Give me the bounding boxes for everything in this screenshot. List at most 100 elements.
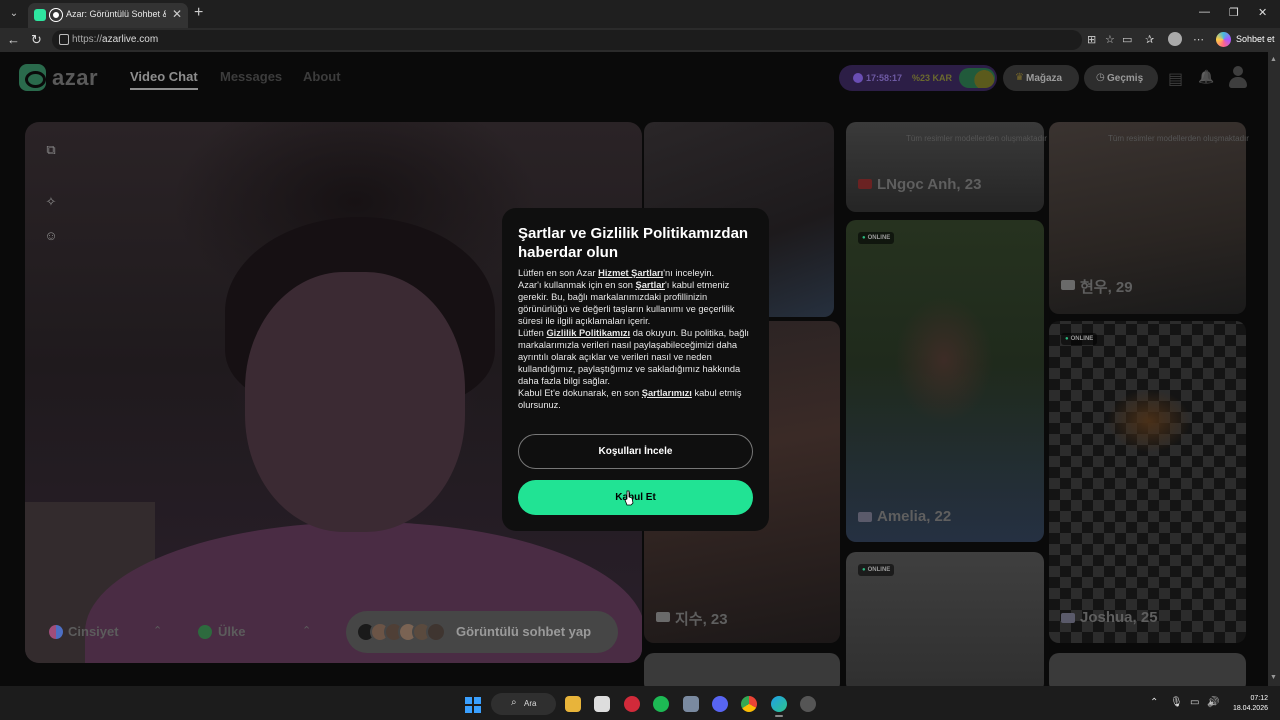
- search-icon: ⌕: [511, 697, 517, 708]
- model-caption: Tüm resimler modellerden oluşmaktadır: [906, 134, 1047, 143]
- more-menu-icon[interactable]: ⋯: [1193, 33, 1204, 46]
- volume-icon[interactable]: 🔊: [1207, 697, 1219, 708]
- nav-video-chat[interactable]: Video Chat: [130, 69, 198, 84]
- chrome-icon[interactable]: [741, 696, 757, 712]
- active-app-indicator: [775, 715, 783, 717]
- dialog-title: Şartlar ve Gizlilik Politikamızdan haber…: [518, 225, 749, 261]
- online-badge: ONLINE: [1061, 333, 1098, 345]
- promo-timer: 17:58:17: [866, 73, 903, 83]
- windows-taskbar: [0, 686, 1280, 720]
- scroll-up-icon[interactable]: ▲: [1270, 56, 1277, 63]
- tab-title: Azar: Görüntülü Sohbet & Yeni: [66, 9, 166, 19]
- browser-tab[interactable]: Azar: Görüntülü Sohbet & Yeni ✕: [28, 3, 188, 28]
- country-filter[interactable]: Ülke: [218, 624, 245, 639]
- profile-card[interactable]: ONLINE Amelia, 22: [846, 220, 1044, 542]
- favorites-icon[interactable]: ✰: [1145, 33, 1154, 46]
- gender-chevron-icon[interactable]: ⌃: [153, 624, 162, 637]
- person-face: [245, 272, 465, 532]
- windows-start-icon[interactable]: [465, 697, 481, 713]
- azar-favicon-icon: [34, 9, 46, 21]
- taskbar-clock[interactable]: 07:12 18.04.2026: [1228, 694, 1268, 714]
- profile-avatar[interactable]: [1168, 32, 1182, 46]
- terms-link[interactable]: Şartlar: [636, 280, 665, 290]
- dialog-text: Lütfen en son Azar: [518, 268, 599, 278]
- promo-banner[interactable]: 17:58:17 %23 KAR: [839, 65, 997, 91]
- clock-time: 07:12: [1250, 695, 1268, 702]
- tab-menu-icon[interactable]: ⌄: [5, 5, 23, 23]
- favorite-star-icon[interactable]: ☆: [1105, 33, 1115, 46]
- spotify-icon[interactable]: [653, 696, 669, 712]
- nav-active-underline: [130, 88, 198, 90]
- file-explorer-icon[interactable]: [565, 696, 581, 712]
- start-video-chat-button[interactable]: Görüntülü sohbet yap: [346, 611, 618, 653]
- opera-gx-icon[interactable]: [624, 696, 640, 712]
- azar-logo-icon[interactable]: [19, 64, 46, 91]
- accept-button[interactable]: Kabul Et: [518, 480, 753, 515]
- gender-filter[interactable]: Cinsiyet: [68, 624, 119, 639]
- search-label: Ara: [524, 699, 537, 708]
- store-button[interactable]: ♛ Mağaza: [1003, 65, 1079, 91]
- taskbar-search[interactable]: ⌕ Ara: [491, 693, 556, 715]
- page-scrollbar[interactable]: [1268, 52, 1280, 686]
- face-avatar: [426, 622, 446, 642]
- profile-card[interactable]: [1049, 653, 1246, 686]
- gem-icon: [959, 68, 995, 88]
- history-label: Geçmiş: [1107, 73, 1144, 84]
- new-tab-button[interactable]: +: [194, 4, 203, 22]
- hand-cursor-icon: [624, 490, 634, 506]
- profile-name: 현우, 29: [1080, 279, 1133, 296]
- dialog-text: Lütfen: [518, 328, 547, 338]
- back-button[interactable]: ←: [7, 32, 20, 47]
- tab-close-icon[interactable]: ✕: [172, 7, 182, 21]
- promo-discount: %23 KAR: [912, 73, 953, 83]
- terms-of-service-link[interactable]: Hizmet Şartları: [598, 268, 663, 278]
- app-icon[interactable]: [800, 696, 816, 712]
- nav-about[interactable]: About: [303, 69, 341, 84]
- discord-icon[interactable]: [712, 696, 728, 712]
- archive-icon[interactable]: ▤: [1168, 69, 1183, 89]
- flag-icon: [858, 512, 872, 522]
- history-button[interactable]: ◷ Geçmiş: [1084, 65, 1158, 91]
- store-app-icon[interactable]: [594, 696, 610, 712]
- profile-card[interactable]: ONLINE: [846, 552, 1044, 686]
- dialog-text: Azar'ı kullanmak için en son: [518, 280, 636, 290]
- steam-icon[interactable]: [683, 696, 699, 712]
- edge-icon[interactable]: [771, 696, 787, 712]
- profile-name: LNgọc Anh, 23: [877, 176, 982, 193]
- profile-card[interactable]: 현우, 29: [1049, 122, 1246, 314]
- maximize-button[interactable]: ❐: [1229, 6, 1239, 19]
- url-text: https://azarlive.com: [72, 34, 159, 45]
- profile-name: Amelia, 22: [877, 508, 952, 525]
- url-field[interactable]: https://azarlive.com: [52, 30, 1082, 50]
- globe-icon: [198, 625, 212, 639]
- expand-icon[interactable]: ⧉: [42, 142, 60, 160]
- reload-button[interactable]: ↻: [31, 32, 42, 48]
- bell-icon[interactable]: 🔔: [1198, 69, 1214, 85]
- azar-logo-text[interactable]: azar: [52, 65, 98, 91]
- profile-card[interactable]: ONLINE Joshua, 25: [1049, 321, 1246, 643]
- nav-messages[interactable]: Messages: [220, 69, 282, 84]
- flag-icon: [1061, 613, 1075, 623]
- tray-chevron-icon[interactable]: ⌃: [1150, 697, 1158, 708]
- profile-card[interactable]: [644, 653, 840, 686]
- browser-address-bar: ← ↻ https://azarlive.com ⊞ ☆ ▭ ✰ ⋯: [0, 28, 1280, 52]
- country-chevron-icon[interactable]: ⌃: [302, 624, 311, 637]
- scroll-down-icon[interactable]: ▼: [1270, 674, 1277, 681]
- sticker-icon[interactable]: ☺: [42, 228, 60, 246]
- history-icon: ◷: [1096, 72, 1105, 83]
- microphone-icon[interactable]: 🎙: [1170, 697, 1183, 708]
- online-badge: ONLINE: [858, 564, 895, 576]
- copilot-icon[interactable]: [1216, 32, 1231, 47]
- review-terms-button[interactable]: Koşulları İncele: [518, 434, 753, 469]
- our-terms-link[interactable]: Şartlarımızı: [642, 388, 692, 398]
- magic-wand-icon[interactable]: ✧: [42, 194, 60, 212]
- profile-name: Joshua, 25: [1080, 609, 1158, 626]
- user-icon[interactable]: [1229, 66, 1247, 88]
- apps-icon[interactable]: ⊞: [1087, 33, 1096, 46]
- privacy-policy-link[interactable]: Gizlilik Politikamızı: [546, 328, 630, 338]
- display-icon[interactable]: ▭: [1190, 697, 1199, 708]
- close-window-button[interactable]: ✕: [1258, 6, 1267, 19]
- minimize-button[interactable]: —: [1199, 6, 1210, 18]
- copilot-label[interactable]: Sohbet et: [1236, 34, 1275, 44]
- split-screen-icon[interactable]: ▭: [1122, 33, 1132, 46]
